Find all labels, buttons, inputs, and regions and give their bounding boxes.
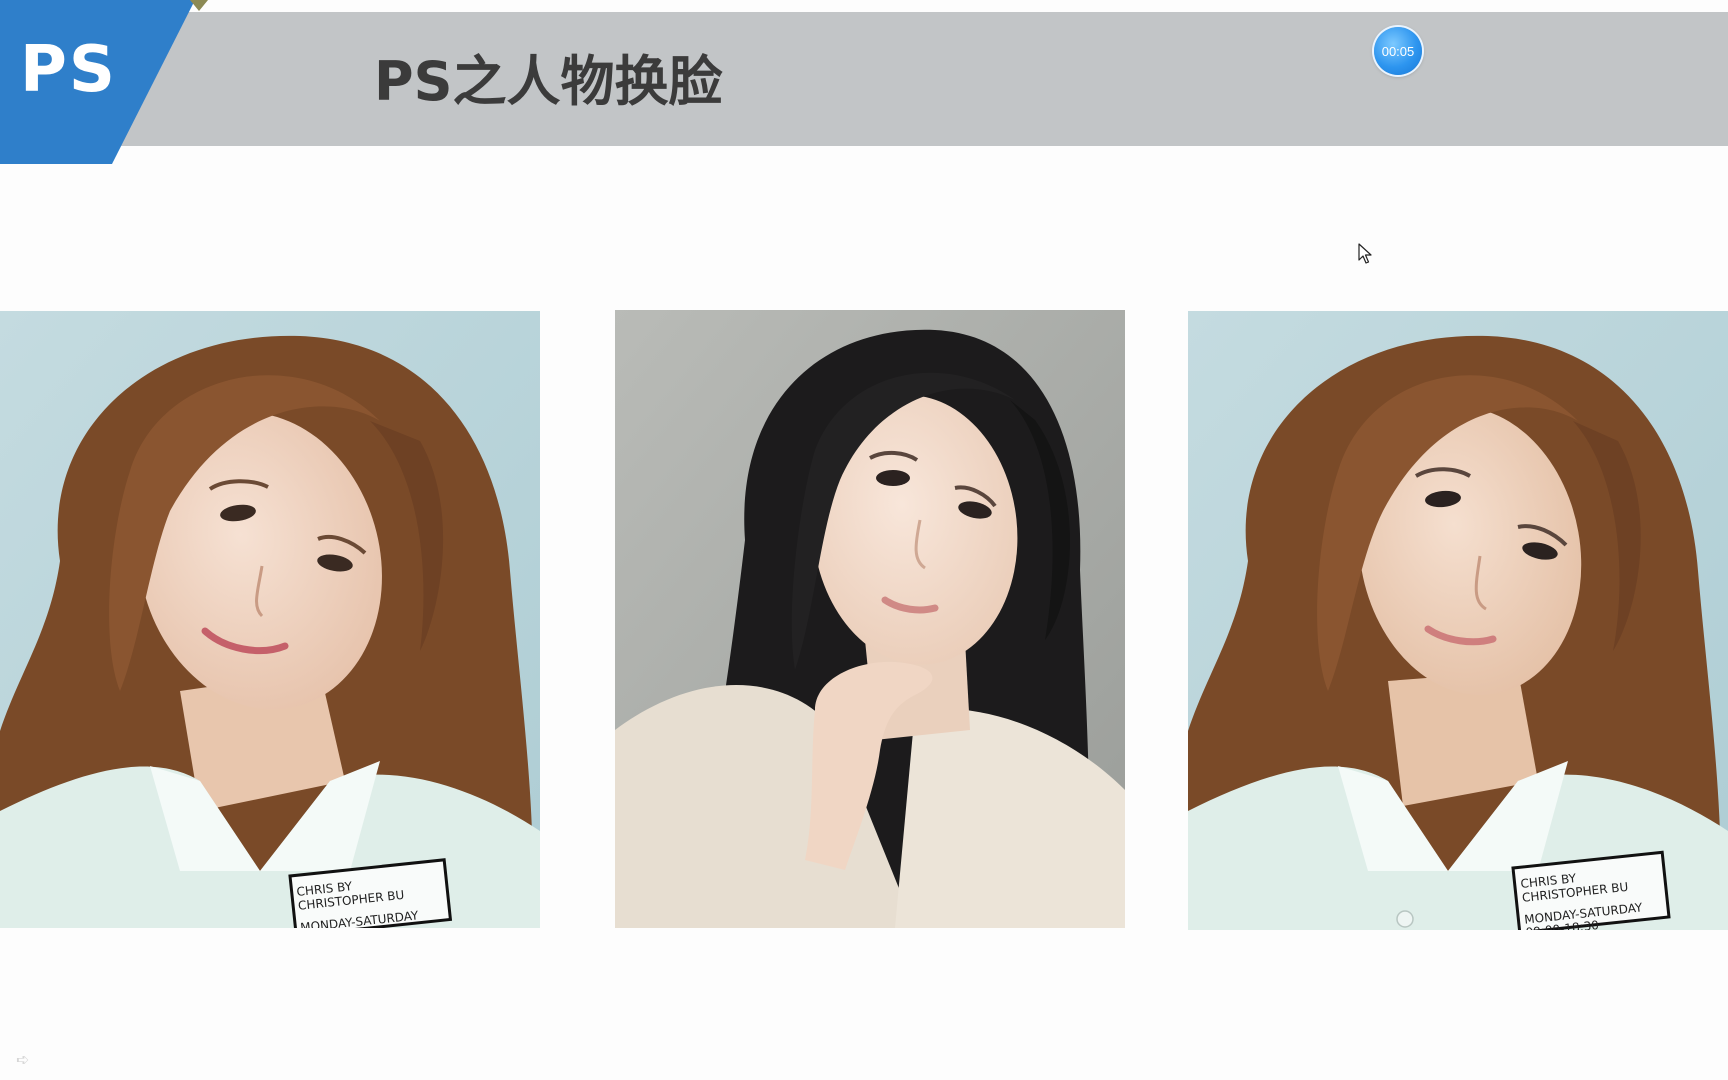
ps-logo-text: PS <box>20 33 117 107</box>
timer-readout: 00:05 <box>1381 43 1415 59</box>
slide: PS PS之人物换脸 00:05 CHRIS BY CHRISTOPHER BU… <box>0 0 1728 1080</box>
next-arrow-icon[interactable]: ➪ <box>16 1050 29 1069</box>
gold-corner-accent <box>190 0 208 11</box>
photo-original-portrait: CHRIS BY CHRISTOPHER BU MONDAY-SATURDAY <box>0 311 540 928</box>
title-bar <box>0 12 1728 146</box>
ps-logo-badge: PS <box>0 0 195 164</box>
mouse-cursor-icon <box>1358 243 1372 264</box>
photo-face-swapped-result: CHRIS BY CHRISTOPHER BU MONDAY-SATURDAY … <box>1188 311 1728 930</box>
slide-title: PS之人物换脸 <box>374 50 723 113</box>
photo-source-face-portrait <box>615 310 1125 928</box>
timer-icon[interactable]: 00:05 <box>1374 27 1422 75</box>
